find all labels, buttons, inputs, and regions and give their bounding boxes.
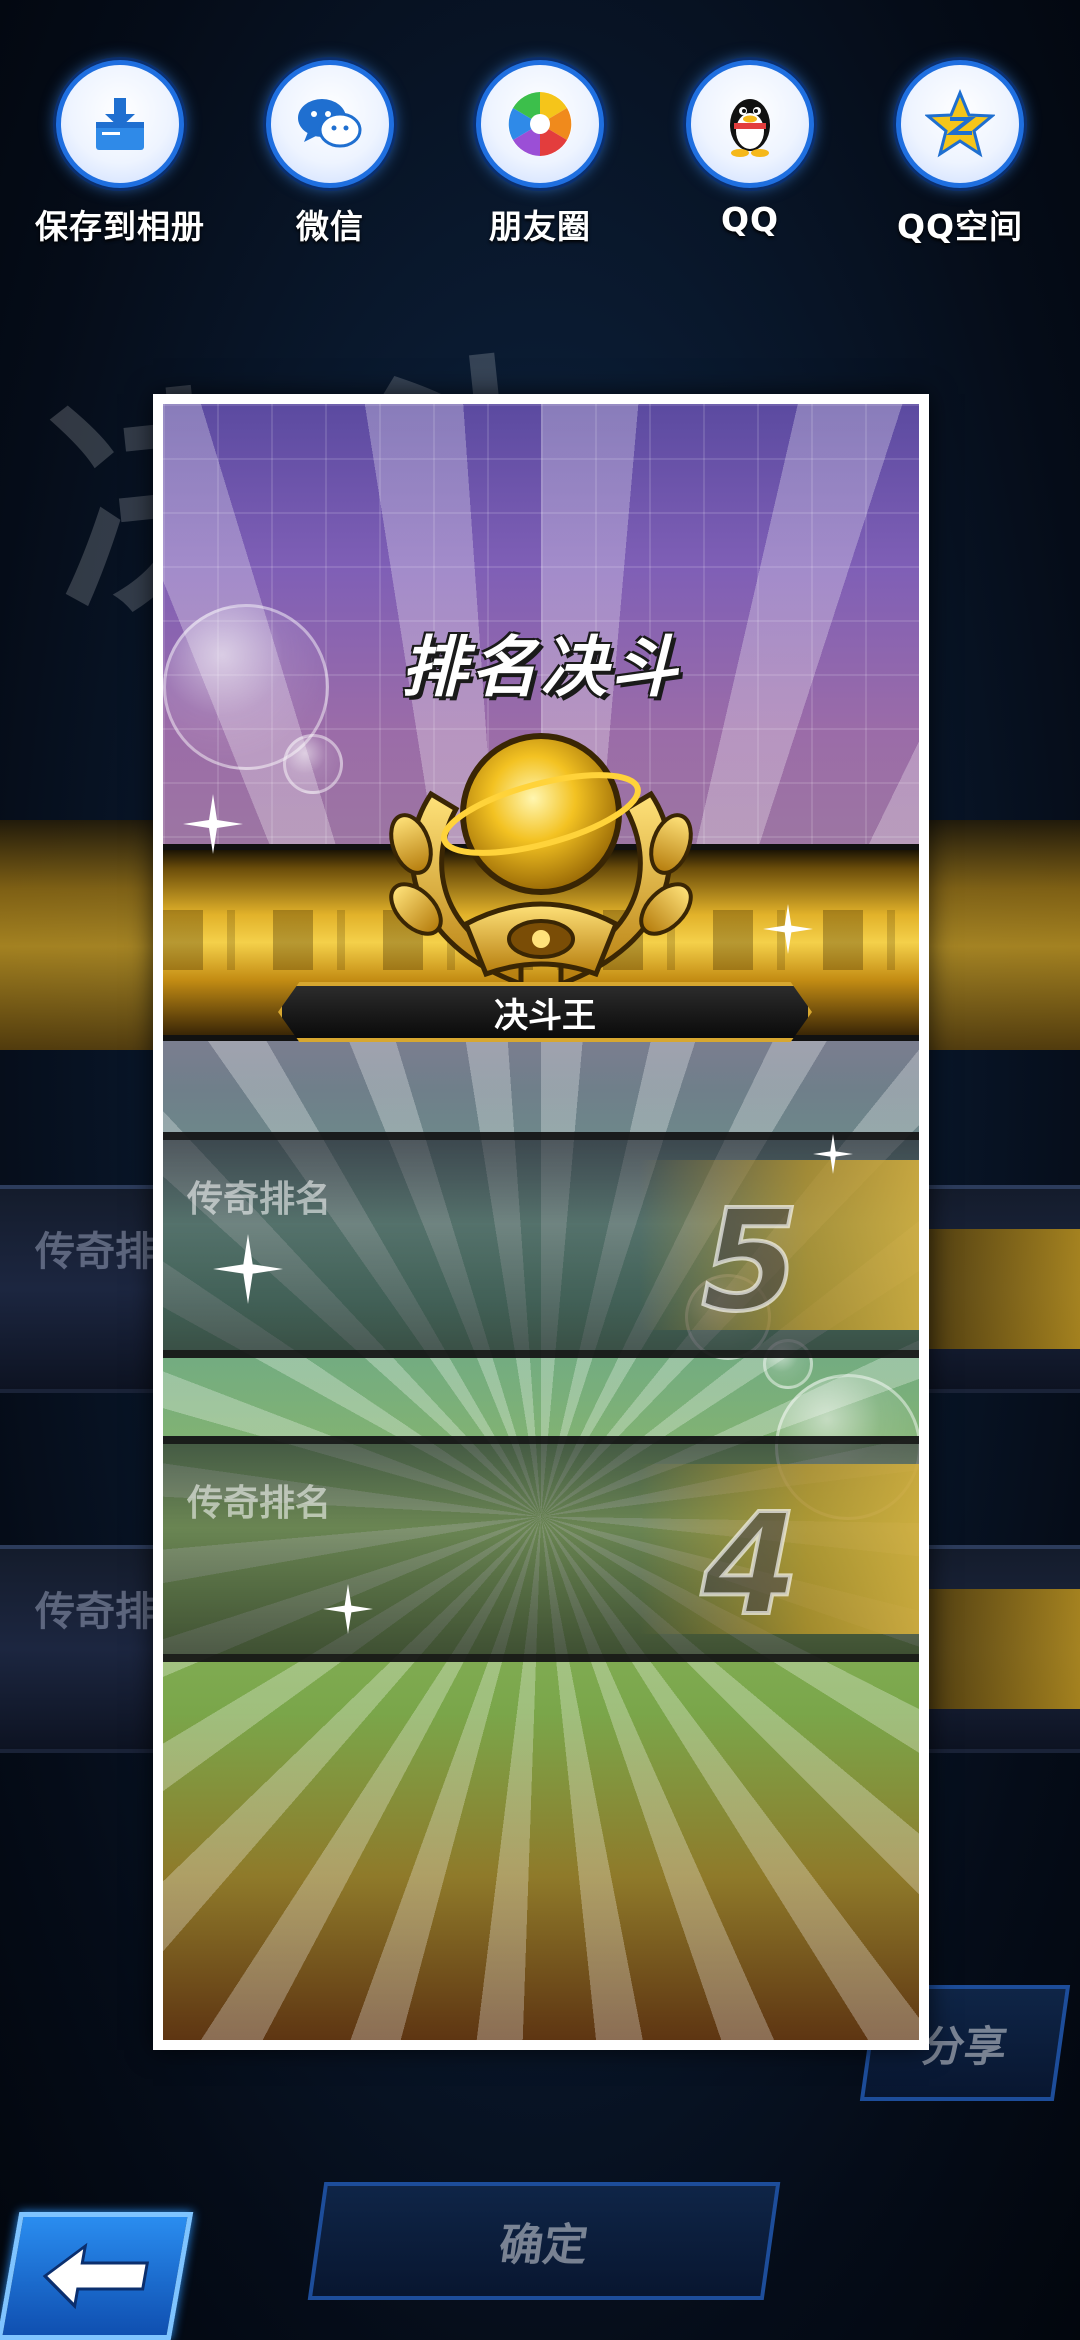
duel-king-emblem-icon bbox=[389, 733, 693, 988]
background-rank-stripe bbox=[920, 1229, 1080, 1349]
rank-row-number: 5 bbox=[700, 1178, 801, 1345]
wechat-icon bbox=[266, 60, 394, 188]
share-save-album-label: 保存到相册 bbox=[35, 207, 205, 246]
moments-aperture-icon bbox=[476, 60, 604, 188]
confirm-button[interactable]: 确定 bbox=[307, 2182, 781, 2300]
share-qzone-label: QQ空间 bbox=[896, 207, 1024, 246]
confirm-button-label: 确定 bbox=[495, 2220, 591, 2271]
preview-image: 排名决斗 决斗王 传奇排名 5 传奇排名 4 bbox=[163, 404, 919, 2040]
back-arrow-icon bbox=[42, 2242, 150, 2310]
sparkle-icon bbox=[213, 1234, 283, 1304]
rank-row-label: 传奇排名 bbox=[187, 1179, 332, 1220]
share-preview-card: 排名决斗 决斗王 传奇排名 5 传奇排名 4 bbox=[153, 394, 929, 2050]
rank-row-number: 4 bbox=[700, 1482, 801, 1649]
background-rank-stripe bbox=[920, 1589, 1080, 1709]
qzone-star-icon bbox=[896, 60, 1024, 188]
share-wechat-button[interactable]: 微信 bbox=[230, 60, 430, 248]
bubble-decoration bbox=[283, 734, 343, 794]
download-to-album-icon bbox=[56, 60, 184, 188]
share-qq-label: QQ bbox=[720, 200, 780, 239]
qq-penguin-icon bbox=[686, 60, 814, 188]
rank-row: 传奇排名 4 bbox=[163, 1436, 919, 1662]
sparkle-icon bbox=[323, 1584, 373, 1634]
sparkle-icon bbox=[183, 794, 243, 854]
rank-row-label: 传奇排名 bbox=[187, 1483, 332, 1524]
background-rank-label: 传奇排 bbox=[35, 1589, 155, 1635]
card-title: 排名决斗 bbox=[401, 629, 681, 706]
share-button-label: 分享 bbox=[919, 2021, 1011, 2071]
share-target-bar: 保存到相册 微信 朋友圈 QQ QQ空间 bbox=[0, 60, 1080, 246]
back-button[interactable] bbox=[0, 2212, 194, 2340]
share-qq-button[interactable]: QQ bbox=[650, 60, 850, 239]
share-save-album-button[interactable]: 保存到相册 bbox=[20, 60, 220, 248]
share-wechat-label: 微信 bbox=[296, 207, 364, 246]
share-moments-label: 朋友圈 bbox=[489, 207, 591, 246]
share-qzone-button[interactable]: QQ空间 bbox=[860, 60, 1060, 248]
rank-title-plate: 决斗王 bbox=[278, 982, 812, 1042]
share-moments-button[interactable]: 朋友圈 bbox=[440, 60, 640, 248]
background-rank-label: 传奇排 bbox=[35, 1229, 155, 1275]
sparkle-icon bbox=[763, 904, 813, 954]
sparkle-icon bbox=[813, 1134, 853, 1174]
